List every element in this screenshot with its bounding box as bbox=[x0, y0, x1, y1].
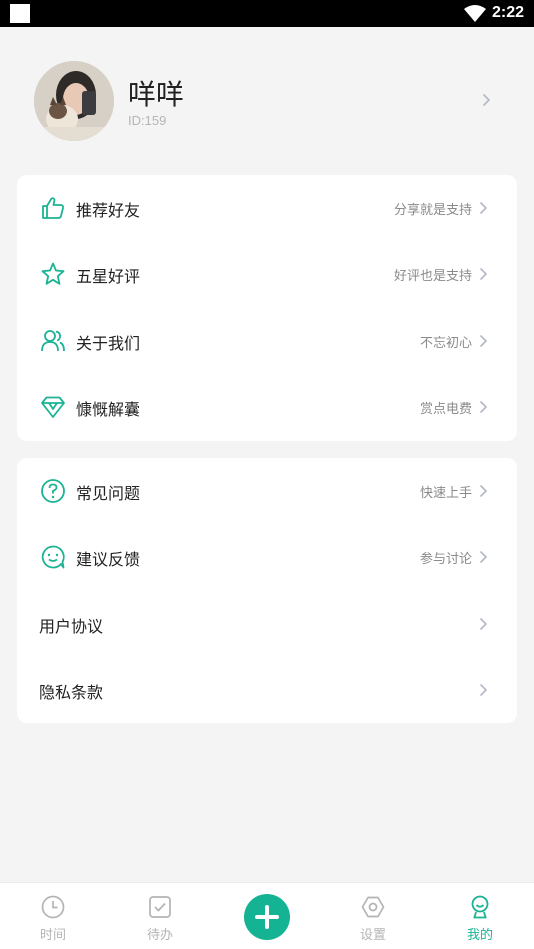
menu-item-faq[interactable]: 常见问题 快速上手 bbox=[17, 458, 517, 524]
tab-todo[interactable]: 待办 bbox=[120, 883, 200, 949]
bottom-tab-bar: 时间 待办 设置 我的 bbox=[0, 882, 534, 949]
menu-label: 常见问题 bbox=[76, 484, 141, 503]
menu-label: 隐私条款 bbox=[39, 683, 104, 702]
tab-settings[interactable]: 设置 bbox=[333, 883, 413, 949]
menu-item-about[interactable]: 关于我们 不忘初心 bbox=[17, 308, 517, 374]
status-time: 2:22 bbox=[491, 4, 524, 21]
user-name: 咩咩 bbox=[128, 78, 185, 111]
chevron-right-icon bbox=[479, 334, 488, 348]
chevron-right-icon bbox=[479, 550, 488, 564]
chevron-right-icon bbox=[479, 400, 488, 414]
menu-sub: 参与讨论 bbox=[419, 552, 472, 567]
tab-label: 待办 bbox=[146, 928, 173, 943]
chevron-right-icon bbox=[482, 93, 491, 107]
tab-time[interactable]: 时间 bbox=[13, 883, 93, 949]
menu-label: 用户协议 bbox=[39, 617, 104, 636]
menu-item-user-agreement[interactable]: 用户协议 bbox=[17, 591, 517, 657]
menu-sub: 快速上手 bbox=[419, 486, 472, 501]
menu-label: 五星好评 bbox=[76, 267, 141, 286]
profile-icon bbox=[471, 895, 489, 919]
menu-item-privacy[interactable]: 隐私条款 bbox=[17, 657, 517, 723]
users-icon bbox=[41, 330, 65, 352]
tab-label: 设置 bbox=[359, 928, 386, 943]
wifi-icon bbox=[464, 5, 486, 22]
menu-item-rate[interactable]: 五星好评 好评也是支持 bbox=[17, 241, 517, 307]
menu-label: 关于我们 bbox=[76, 334, 141, 353]
checkbox-icon bbox=[149, 896, 171, 918]
question-icon bbox=[41, 479, 65, 503]
clock-icon bbox=[41, 895, 65, 919]
tab-label: 时间 bbox=[39, 928, 66, 943]
avatar-photo bbox=[34, 61, 114, 141]
profile-header[interactable]: 咩咩 ID:159 bbox=[0, 27, 534, 167]
menu-label: 建议反馈 bbox=[76, 550, 141, 569]
chevron-right-icon bbox=[479, 267, 488, 281]
tab-label: 我的 bbox=[466, 928, 493, 943]
menu-card-help: 常见问题 快速上手 建议反馈 参与讨论 用户协议 隐私条款 bbox=[17, 458, 517, 723]
avatar[interactable] bbox=[34, 61, 114, 141]
menu-sub: 好评也是支持 bbox=[393, 269, 472, 284]
menu-item-recommend[interactable]: 推荐好友 分享就是支持 bbox=[17, 175, 517, 241]
menu-sub: 分享就是支持 bbox=[393, 203, 472, 218]
thumbs-up-icon bbox=[42, 197, 64, 219]
plus-icon bbox=[255, 905, 279, 929]
chat-smile-icon bbox=[41, 545, 65, 569]
menu-card-share: 推荐好友 分享就是支持 五星好评 好评也是支持 关于我们 不忘初心 慷慨解囊 赏… bbox=[17, 175, 517, 441]
menu-item-donate[interactable]: 慷慨解囊 赏点电费 bbox=[17, 374, 517, 440]
menu-item-feedback[interactable]: 建议反馈 参与讨论 bbox=[17, 524, 517, 590]
chevron-right-icon bbox=[479, 617, 488, 631]
menu-label: 推荐好友 bbox=[76, 201, 141, 220]
notification-icon bbox=[10, 4, 30, 23]
hexagon-settings-icon bbox=[361, 896, 385, 918]
chevron-right-icon bbox=[479, 484, 488, 498]
status-bar: 2:22 bbox=[0, 0, 534, 27]
menu-sub: 赏点电费 bbox=[419, 402, 472, 417]
tab-mine[interactable]: 我的 bbox=[440, 883, 520, 949]
star-icon bbox=[41, 262, 65, 285]
chevron-right-icon bbox=[479, 201, 488, 215]
diamond-icon bbox=[41, 396, 65, 418]
user-id: ID:159 bbox=[128, 113, 167, 128]
menu-label: 慷慨解囊 bbox=[76, 400, 141, 419]
chevron-right-icon bbox=[479, 683, 488, 697]
add-button[interactable] bbox=[244, 894, 290, 940]
menu-sub: 不忘初心 bbox=[419, 336, 472, 351]
